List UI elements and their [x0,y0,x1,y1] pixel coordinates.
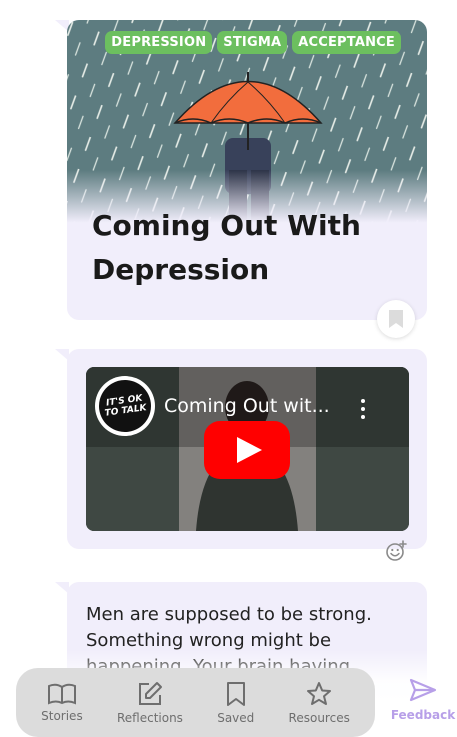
nav-item-reflections[interactable]: Reflections [117,681,183,725]
nav-label-reflections: Reflections [116,710,183,725]
story-tags: DEPRESSION STIGMA ACCEPTANCE [105,31,401,54]
channel-logo[interactable]: IT'S OK TO TALK [95,376,155,436]
nav-label-stories: Stories [41,708,83,723]
tag-depression[interactable]: DEPRESSION [105,31,213,54]
channel-logo-text: IT'S OK TO TALK [95,376,155,436]
more-options-icon[interactable] [353,397,373,421]
youtube-embed[interactable]: IT'S OK TO TALK Coming Out wit... [86,367,409,531]
feedback-label: Feedback [390,708,456,722]
feedback-button[interactable]: Feedback [390,678,456,722]
video-card: IT'S OK TO TALK Coming Out wit... [67,349,427,549]
bottom-navigation: Stories Reflections Saved Resources [16,668,375,737]
play-icon[interactable] [204,421,290,479]
star-icon [307,681,332,705]
bookmark-icon [226,681,245,706]
tag-stigma[interactable]: STIGMA [217,31,288,54]
nav-item-saved[interactable]: Saved [217,681,254,725]
book-icon [47,683,76,705]
tag-acceptance[interactable]: ACCEPTANCE [292,31,401,54]
app-screen: DEPRESSION STIGMA ACCEPTANCE Coming Out … [0,0,457,737]
nav-label-saved: Saved [217,710,255,725]
send-icon [409,678,437,702]
add-reaction-icon[interactable] [385,540,407,562]
nav-item-resources[interactable]: Resources [289,681,350,725]
save-story-button[interactable] [377,300,415,338]
video-title[interactable]: Coming Out wit... [164,395,354,417]
nav-label-resources: Resources [288,710,350,725]
story-title: Coming Out With Depression [92,209,361,286]
nav-item-stories[interactable]: Stories [41,683,83,723]
edit-icon [138,681,162,705]
story-card[interactable]: DEPRESSION STIGMA ACCEPTANCE Coming Out … [67,20,427,320]
bookmark-icon [389,310,403,328]
